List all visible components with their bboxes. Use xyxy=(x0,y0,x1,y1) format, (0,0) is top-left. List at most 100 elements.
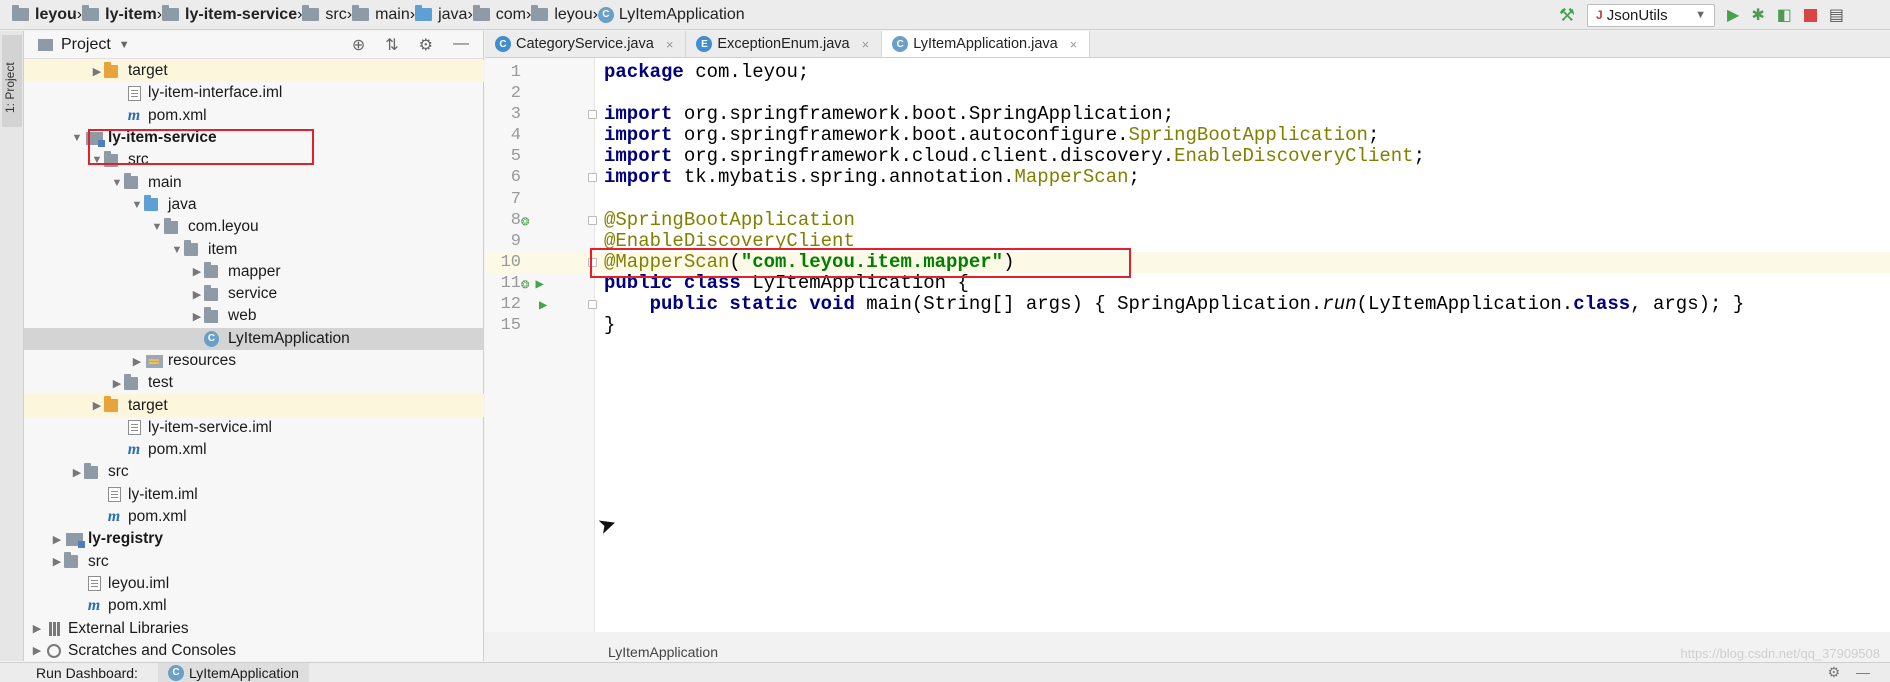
fold-marker-icon[interactable] xyxy=(588,173,597,183)
project-panel-title[interactable]: Project xyxy=(61,36,111,54)
tree-item[interactable]: ▶ target xyxy=(24,394,484,417)
tree-item[interactable]: ▶ly-item-interface.iml xyxy=(24,82,484,104)
tree-item[interactable]: ▶ web xyxy=(24,305,484,327)
code-line[interactable]: 3 import org.springframework.boot.SpringA… xyxy=(485,104,1890,125)
project-structure-icon[interactable]: ▤ xyxy=(1829,5,1844,25)
tree-item[interactable]: ▶ly-item-service.iml xyxy=(24,417,484,439)
expanded-arrow-icon[interactable]: ▼ xyxy=(70,132,84,144)
collapsed-arrow-icon[interactable]: ▶ xyxy=(70,466,84,479)
code-line[interactable]: 12 ▶ public static void main(String[] arg… xyxy=(485,294,1890,315)
tree-item[interactable]: ▶CLyItemApplication xyxy=(24,327,484,350)
tree-item[interactable]: ▶mpom.xml xyxy=(24,506,484,528)
tree-item[interactable]: ▶ External Libraries xyxy=(24,617,484,639)
breadcrumb-item[interactable]: C LyItemApplication xyxy=(597,0,745,30)
debug-icon[interactable]: ✱ xyxy=(1751,5,1764,25)
code-line[interactable]: 9 @EnableDiscoveryClient xyxy=(485,230,1890,252)
tree-item[interactable]: ▶ ly-registry xyxy=(24,528,484,550)
tree-item[interactable]: ▶ test xyxy=(24,372,484,394)
editor-tab[interactable]: C LyItemApplication.java × xyxy=(882,31,1091,57)
run-configuration-select[interactable]: J JsonUtils ▼ xyxy=(1587,3,1716,27)
expanded-arrow-icon[interactable]: ▼ xyxy=(130,199,144,211)
close-icon[interactable]: × xyxy=(862,37,870,52)
hide-panel-icon[interactable]: — xyxy=(453,35,469,55)
code-line[interactable]: 15} xyxy=(485,315,1890,336)
tree-item[interactable]: ▶ service xyxy=(24,283,484,305)
build-hammer-icon[interactable]: ⚒ xyxy=(1559,5,1575,26)
tree-item[interactable]: ▼ src xyxy=(24,149,484,171)
code-line[interactable]: 10 @MapperScan("com.leyou.item.mapper") xyxy=(485,251,1890,273)
breadcrumb-item[interactable]: com xyxy=(472,0,526,30)
fold-marker-icon[interactable] xyxy=(588,110,597,120)
tree-item[interactable]: ▼ main xyxy=(24,171,484,193)
fold-marker-icon[interactable] xyxy=(588,257,597,267)
code-line[interactable]: 2 xyxy=(485,83,1890,104)
breadcrumb-item[interactable]: ly-item-service xyxy=(162,0,297,30)
run-dashboard-label[interactable]: Run Dashboard: xyxy=(36,665,138,681)
stop-icon[interactable] xyxy=(1803,8,1817,22)
breadcrumb-item[interactable]: main xyxy=(352,0,410,30)
breadcrumb-item[interactable]: leyou xyxy=(12,0,77,30)
tree-item[interactable]: ▼ ly-item-service xyxy=(24,127,484,149)
tree-item[interactable]: ▶ Scratches and Consoles xyxy=(24,640,484,662)
gear-icon[interactable]: ⚙ xyxy=(1827,664,1840,681)
collapsed-arrow-icon[interactable]: ▶ xyxy=(50,555,64,568)
project-tool-tab[interactable]: 1: Project xyxy=(2,35,22,127)
code-line[interactable]: 11 ❂ ▶ public class LyItemApplication { xyxy=(485,272,1890,296)
collapsed-arrow-icon[interactable]: ▶ xyxy=(30,622,44,635)
close-icon[interactable]: × xyxy=(666,37,674,52)
tree-item[interactable]: ▶mpom.xml xyxy=(24,105,484,127)
tree-item[interactable]: ▶ src xyxy=(24,461,484,483)
hide-panel-icon[interactable]: — xyxy=(1856,664,1870,681)
collapsed-arrow-icon[interactable]: ▶ xyxy=(90,399,104,412)
code-line[interactable]: 7 xyxy=(485,189,1890,210)
code-line[interactable]: 1 package com.leyou; xyxy=(485,62,1890,83)
spring-bean-icon[interactable]: ❂ xyxy=(521,212,529,233)
collapsed-arrow-icon[interactable]: ▶ xyxy=(110,377,124,390)
code-editor[interactable]: 1 package com.leyou; 2 3 import org.springfr… xyxy=(485,58,1890,660)
collapse-all-icon[interactable]: ⇅ xyxy=(385,35,398,55)
expanded-arrow-icon[interactable]: ▼ xyxy=(90,154,104,166)
collapsed-arrow-icon[interactable]: ▶ xyxy=(190,288,204,301)
gear-icon[interactable]: ⚙ xyxy=(419,35,433,55)
run-gutter-icon[interactable]: ▶ xyxy=(521,296,547,317)
tree-item[interactable]: ▼ item xyxy=(24,238,484,260)
run-icon[interactable]: ▶ xyxy=(1727,5,1739,25)
tree-item[interactable]: ▶ target xyxy=(24,60,484,83)
editor-tab[interactable]: C CategoryService.java × xyxy=(485,31,687,57)
breadcrumb-item[interactable]: src xyxy=(302,0,347,30)
collapsed-arrow-icon[interactable]: ▶ xyxy=(190,310,204,323)
breadcrumb-item[interactable]: ly-item xyxy=(82,0,157,30)
run-with-coverage-icon[interactable]: ◧ xyxy=(1777,5,1792,25)
run-bean-gutter-icon[interactable]: ❂ ▶ xyxy=(521,275,544,296)
breadcrumb-item[interactable]: java xyxy=(415,0,467,30)
close-icon[interactable]: × xyxy=(1070,37,1078,52)
editor-tab[interactable]: E ExceptionEnum.java × xyxy=(686,31,883,57)
chevron-down-icon[interactable]: ▼ xyxy=(119,39,130,51)
collapsed-arrow-icon[interactable]: ▶ xyxy=(90,65,104,78)
tree-item[interactable]: ▶mpom.xml xyxy=(24,595,484,617)
code-line[interactable]: 4 import org.springframework.boot.autocon… xyxy=(485,125,1890,146)
fold-marker-icon[interactable] xyxy=(588,300,597,310)
collapsed-arrow-icon[interactable]: ▶ xyxy=(130,355,144,368)
expanded-arrow-icon[interactable]: ▼ xyxy=(110,177,124,189)
tree-item[interactable]: ▶ly-item.iml xyxy=(24,484,484,506)
code-line[interactable]: 5 import org.springframework.cloud.client… xyxy=(485,146,1890,167)
code-line[interactable]: 8 ❂ @SpringBootApplication xyxy=(485,209,1890,233)
tree-item[interactable]: ▼ com.leyou xyxy=(24,216,484,238)
run-dashboard-app-tab[interactable]: C LyItemApplication xyxy=(157,662,309,682)
expanded-arrow-icon[interactable]: ▼ xyxy=(170,244,184,256)
breadcrumb-item[interactable]: leyou xyxy=(531,0,593,30)
tree-item[interactable]: ▶leyou.iml xyxy=(24,573,484,595)
code-line[interactable]: 6 import tk.mybatis.spring.annotation.Map… xyxy=(485,167,1890,188)
collapsed-arrow-icon[interactable]: ▶ xyxy=(30,644,44,657)
collapsed-arrow-icon[interactable]: ▶ xyxy=(50,533,64,546)
locate-target-icon[interactable]: ⊕ xyxy=(352,35,365,55)
code-breadcrumb[interactable]: LyItemApplication xyxy=(595,641,718,663)
tree-item[interactable]: ▶ src xyxy=(24,551,484,573)
expanded-arrow-icon[interactable]: ▼ xyxy=(150,221,164,233)
collapsed-arrow-icon[interactable]: ▶ xyxy=(190,265,204,278)
tree-item[interactable]: ▶mpom.xml xyxy=(24,439,484,461)
tree-item[interactable]: ▶ mapper xyxy=(24,261,484,283)
tree-item[interactable]: ▼ java xyxy=(24,194,484,216)
tree-item[interactable]: ▶ resources xyxy=(24,350,484,372)
